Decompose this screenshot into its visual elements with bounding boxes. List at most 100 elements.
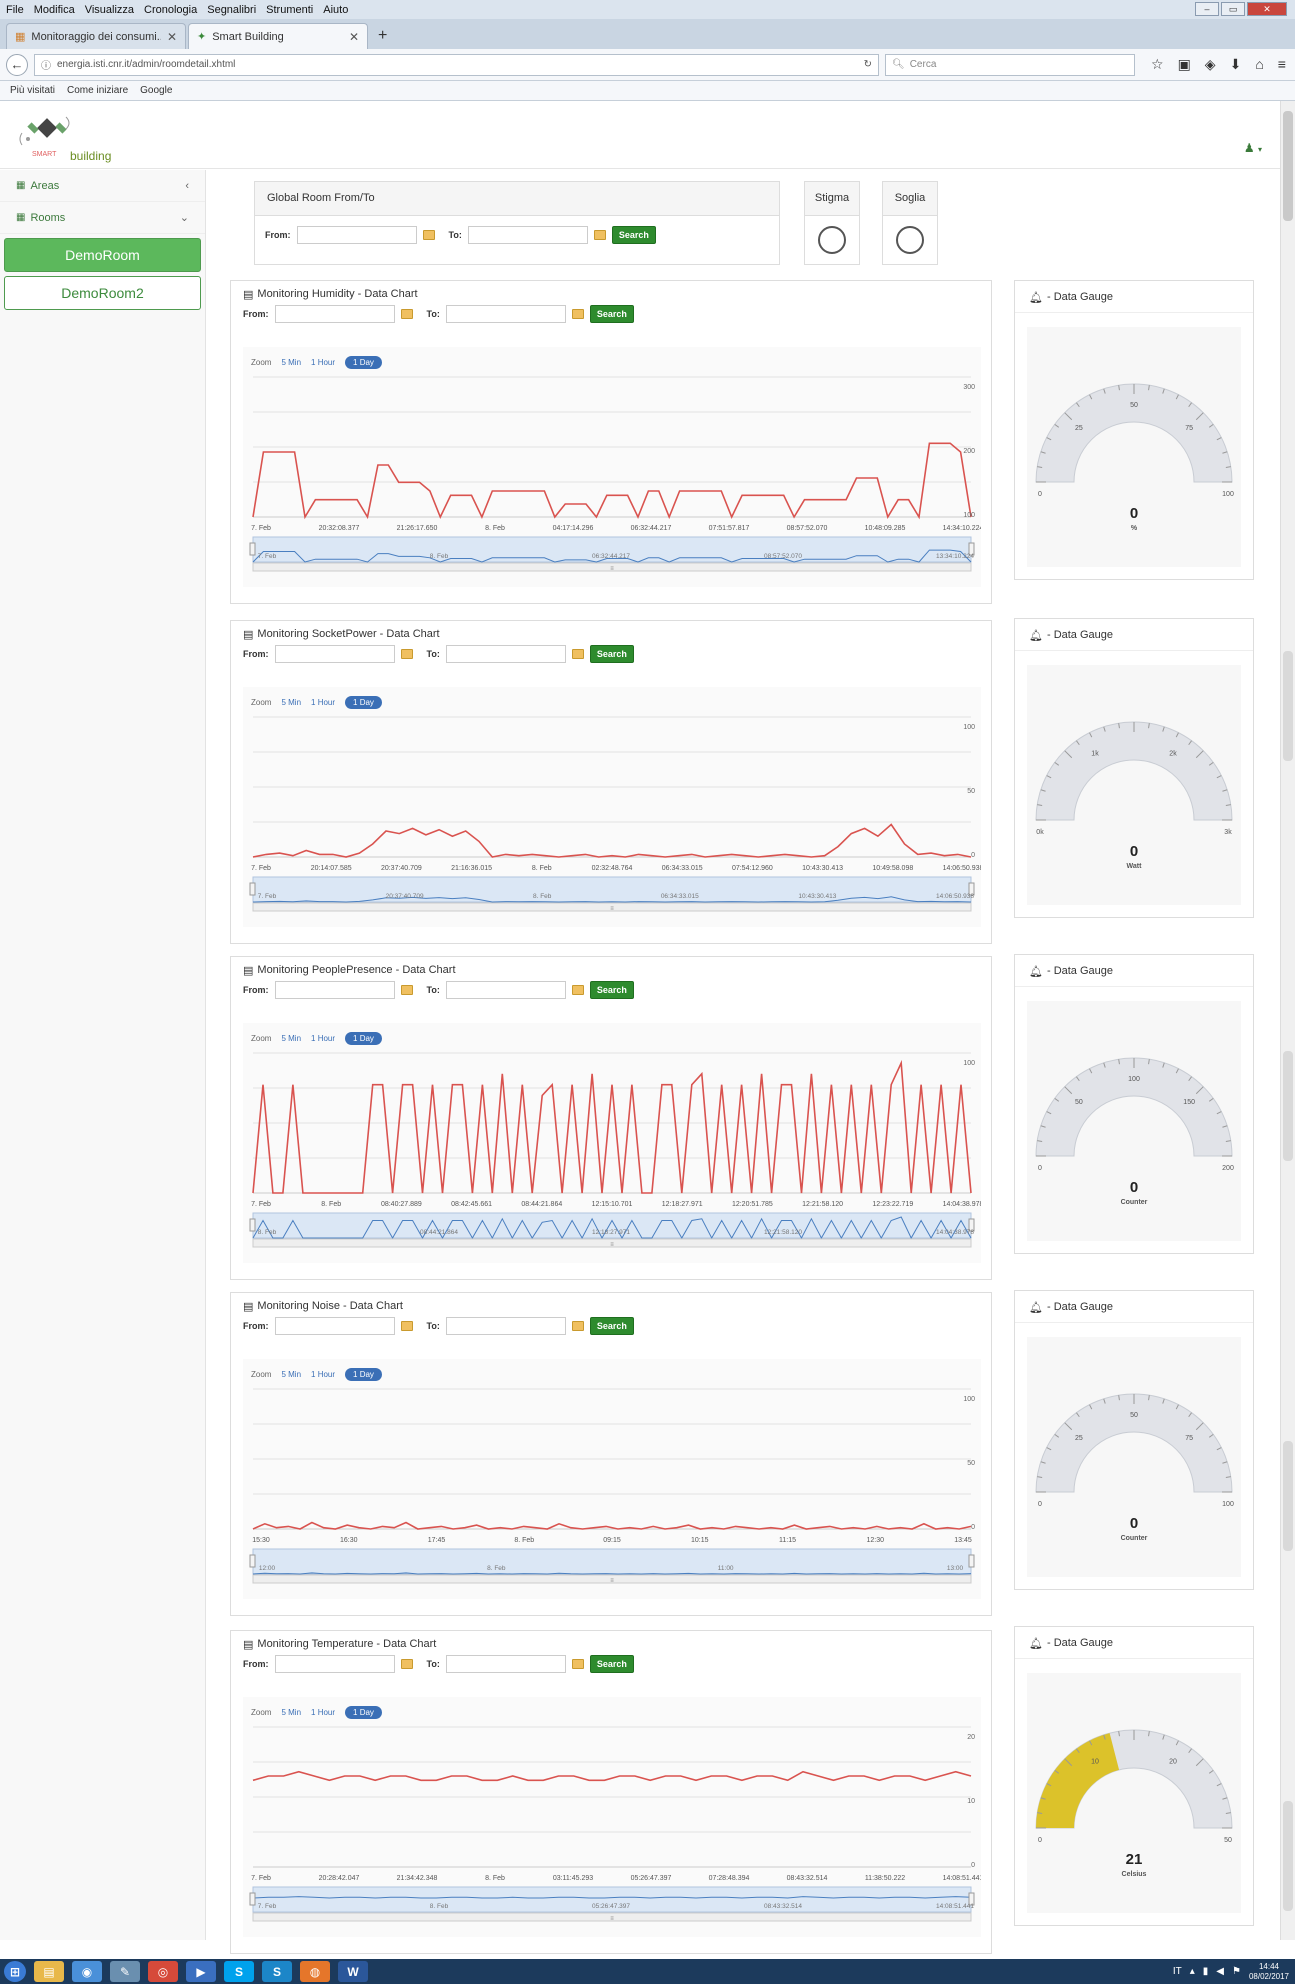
clipboard-icon[interactable]: ▣ xyxy=(1178,56,1191,73)
calendar-icon[interactable] xyxy=(571,649,584,659)
from-date-input[interactable] xyxy=(296,226,417,244)
language-indicator[interactable]: IT xyxy=(1173,1966,1182,1977)
calendar-icon[interactable] xyxy=(400,309,413,319)
bookmark-piu-visitati[interactable]: Più visitati xyxy=(10,85,55,96)
media-player-icon[interactable]: ▶ xyxy=(186,1961,216,1982)
to-date-input[interactable] xyxy=(445,645,566,663)
chrome-icon[interactable]: ◎ xyxy=(148,1961,178,1982)
paint-icon[interactable]: ✎ xyxy=(110,1961,140,1982)
info-icon[interactable]: ⓘ xyxy=(41,57,51,72)
to-date-input[interactable] xyxy=(445,1655,566,1673)
calendar-icon[interactable] xyxy=(400,1659,413,1669)
chart-area[interactable]: Zoom 5 Min 1 Hour 1 Day 100 7. Feb 8. Feb 08:40… xyxy=(243,1023,981,1263)
search-button[interactable]: Search xyxy=(589,645,634,663)
calendar-icon[interactable] xyxy=(571,985,584,995)
calendar-icon[interactable] xyxy=(571,1659,584,1669)
start-button[interactable]: ⊞ xyxy=(4,1961,26,1982)
to-date-input[interactable] xyxy=(445,981,566,999)
chart-area[interactable]: Zoom 5 Min 1 Hour 1 Day 100 50 0 7. Feb 20:14:07… xyxy=(243,687,981,927)
maximize-button[interactable]: ▭ xyxy=(1221,2,1245,16)
tab-monitoraggio[interactable]: ▦ Monitoraggio dei consumi... ✕ xyxy=(6,23,186,49)
from-date-input[interactable] xyxy=(274,1655,395,1673)
from-date-input[interactable] xyxy=(274,1317,395,1335)
room-button-demoroom2[interactable]: DemoRoom2 xyxy=(4,276,201,310)
explorer-icon[interactable]: ▤ xyxy=(34,1961,64,1982)
minimize-button[interactable]: – xyxy=(1195,2,1219,16)
menu-modifica[interactable]: Modifica xyxy=(34,4,75,16)
navigator-handle-left[interactable] xyxy=(249,1892,256,1906)
chrome-app-icon[interactable]: ◉ xyxy=(72,1961,102,1982)
search-input[interactable]: 🔍︎ Cerca xyxy=(885,53,1135,76)
volume-icon[interactable]: ◀ xyxy=(1216,1966,1224,1977)
pocket-icon[interactable]: ◈ xyxy=(1205,56,1216,73)
bookmark-come-iniziare[interactable]: Come iniziare xyxy=(67,85,128,96)
from-date-input[interactable] xyxy=(274,305,395,323)
skype-business-icon[interactable]: S xyxy=(262,1961,292,1982)
navigator-handle-left[interactable] xyxy=(249,1554,256,1568)
menu-strumenti[interactable]: Strumenti xyxy=(266,4,313,16)
user-menu[interactable]: ♟ ▾ xyxy=(1244,141,1262,155)
menu-cronologia[interactable]: Cronologia xyxy=(144,4,197,16)
clock[interactable]: 14:44 08/02/2017 xyxy=(1249,1962,1289,1982)
calendar-icon[interactable] xyxy=(422,230,435,240)
room-button-demoroom[interactable]: DemoRoom xyxy=(4,238,201,272)
page-scrollbar[interactable] xyxy=(1280,101,1295,1940)
search-button[interactable]: Search xyxy=(589,981,634,999)
navigator-handle-right[interactable] xyxy=(968,1554,975,1568)
star-icon[interactable]: ☆ xyxy=(1151,56,1164,73)
tab-smart-building[interactable]: ✦ Smart Building ✕ xyxy=(188,23,368,49)
url-bar[interactable]: ⓘ energia.isti.cnr.it/admin/roomdetail.x… xyxy=(34,53,879,76)
new-tab-button[interactable]: + xyxy=(370,27,395,49)
sidebar-item-areas[interactable]: ▦ Areas ‹ xyxy=(0,170,205,202)
search-button[interactable]: Search xyxy=(589,305,634,323)
gauge-tick-label: 50 xyxy=(1075,1099,1083,1106)
date-range-form: From: To: Search xyxy=(231,641,991,667)
calendar-icon[interactable] xyxy=(400,985,413,995)
search-button[interactable]: Search xyxy=(589,1655,634,1673)
word-icon[interactable]: W xyxy=(338,1961,368,1982)
close-window-button[interactable]: ✕ xyxy=(1247,2,1287,16)
firefox-icon[interactable]: ◍ xyxy=(300,1961,330,1982)
scrollbar-thumb[interactable] xyxy=(1283,111,1293,221)
chart-area[interactable]: Zoom 5 Min 1 Hour 1 Day 20 10 0 7. Feb 20:28:42.… xyxy=(243,1697,981,1937)
flag-icon[interactable]: ⚑ xyxy=(1232,1966,1241,1977)
calendar-icon[interactable] xyxy=(571,1321,584,1331)
from-date-input[interactable] xyxy=(274,981,395,999)
home-icon[interactable]: ⌂ xyxy=(1255,56,1263,73)
navigator-handle-left[interactable] xyxy=(249,1218,256,1232)
search-button[interactable]: Search xyxy=(611,226,656,244)
search-button[interactable]: Search xyxy=(589,1317,634,1335)
calendar-icon[interactable] xyxy=(400,649,413,659)
smart-building-logo[interactable]: SMART building xyxy=(18,111,128,165)
calendar-icon[interactable] xyxy=(593,230,606,240)
to-date-input[interactable] xyxy=(467,226,588,244)
navigator-handle-left[interactable] xyxy=(249,882,256,896)
hamburger-menu-icon[interactable]: ≡ xyxy=(1278,56,1286,73)
close-tab-icon[interactable]: ✕ xyxy=(167,30,177,44)
download-icon[interactable]: ⬇ xyxy=(1230,56,1242,73)
menu-visualizza[interactable]: Visualizza xyxy=(85,4,134,16)
calendar-icon[interactable] xyxy=(571,309,584,319)
x-tick-label: 08:42:45.661 xyxy=(451,1201,492,1208)
chevron-up-icon[interactable]: ▴ xyxy=(1190,1966,1195,1977)
menu-segnalibri[interactable]: Segnalibri xyxy=(207,4,256,16)
close-tab-icon[interactable]: ✕ xyxy=(349,30,359,44)
reload-icon[interactable]: ↻ xyxy=(864,59,872,70)
from-date-input[interactable] xyxy=(274,645,395,663)
x-tick-label: 8. Feb xyxy=(532,865,552,872)
sidebar-item-rooms[interactable]: ▦ Rooms ⌄ xyxy=(0,202,205,234)
to-date-input[interactable] xyxy=(445,305,566,323)
soglia-indicator-ring xyxy=(896,226,924,254)
to-date-input[interactable] xyxy=(445,1317,566,1335)
x-tick-label: 08:43:32.514 xyxy=(787,1875,828,1882)
menu-aiuto[interactable]: Aiuto xyxy=(323,4,348,16)
skype-icon[interactable]: S xyxy=(224,1961,254,1982)
network-icon[interactable]: ▮ xyxy=(1203,1966,1209,1977)
chart-area[interactable]: Zoom 5 Min 1 Hour 1 Day 100 50 0 15:30 16:30 17:4… xyxy=(243,1359,981,1599)
chart-area[interactable]: Zoom 5 Min 1 Hour 1 Day 300 200 100 7. Feb 20:32… xyxy=(243,347,981,587)
calendar-icon[interactable] xyxy=(400,1321,413,1331)
navigator-handle-left[interactable] xyxy=(249,542,256,556)
bookmark-google[interactable]: Google xyxy=(140,85,172,96)
back-arrow-icon[interactable]: ← xyxy=(6,53,28,76)
menu-file[interactable]: File xyxy=(6,4,24,16)
